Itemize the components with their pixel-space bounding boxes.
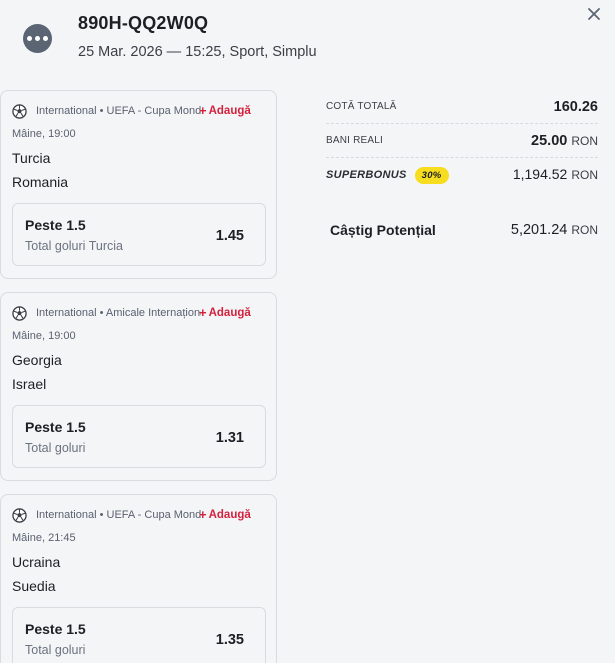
stake-label: BANI REALI (326, 135, 384, 146)
superbonus-badge: 30% (414, 166, 449, 184)
stake-value: 25.00 (531, 132, 568, 149)
more-dots-icon (27, 36, 32, 41)
selection-market: Total goluri Turcia (25, 239, 123, 253)
plus-icon: + (199, 103, 207, 118)
bet-card: International • UEFA - Cupa Mondială - C… (0, 494, 277, 663)
ticket-subtitle: 25 Mar. 2026 — 15:25, Sport, Simplu (78, 44, 317, 60)
home-team: Georgia (12, 352, 62, 368)
ticket-id: 890H-QQ2W0Q (78, 13, 209, 33)
total-odds-value: 160.26 (553, 98, 598, 115)
away-team: Suedia (12, 578, 56, 594)
league-name: International • UEFA - Cupa Mondială - C… (36, 105, 201, 117)
stake-row: BANI REALI 25.00 RON (326, 124, 598, 158)
bet-card-header: International • UEFA - Cupa Mondială - C… (12, 507, 274, 523)
potential-win-value-group: 5,201.24 RON (511, 221, 598, 239)
plus-icon: + (199, 305, 207, 320)
ticket-header: 890H-QQ2W0Q 25 Mar. 2026 — 15:25, Sport,… (0, 0, 615, 80)
selection-name: Peste 1.5 (25, 621, 86, 637)
league-name: International • UEFA - Cupa Mondială - C… (36, 509, 201, 521)
kickoff-time: Mâine, 21:45 (12, 532, 76, 544)
away-team: Romania (12, 174, 69, 190)
superbonus-label: SUPERBONUS (326, 169, 407, 181)
bet-card-header: International • Amicale Internaționale +… (12, 305, 274, 321)
selection-box[interactable]: Peste 1.5 Total goluri 1.31 (12, 405, 266, 468)
kickoff-time: Mâine, 19:00 (12, 330, 76, 342)
add-label: Adaugă (208, 508, 251, 521)
selection-name: Peste 1.5 (25, 419, 86, 435)
football-icon (12, 507, 27, 523)
close-icon[interactable] (585, 5, 603, 23)
potential-win-label: Câștig Potențial (330, 222, 436, 238)
selection-box[interactable]: Peste 1.5 Total goluri 1.35 (12, 607, 266, 663)
add-button[interactable]: + Adaugă (199, 507, 251, 522)
bet-card: International • Amicale Internaționale +… (0, 292, 277, 481)
superbonus-label-group: SUPERBONUS 30% (326, 166, 449, 184)
home-team: Ucraina (12, 554, 61, 570)
selection-odd: 1.35 (215, 632, 244, 648)
kickoff-time: Mâine, 19:00 (12, 128, 76, 140)
stake-value-group: 25.00 RON (531, 132, 598, 150)
home-team: Turcia (12, 150, 51, 166)
selection-name: Peste 1.5 (25, 217, 86, 233)
selection-market: Total goluri (25, 441, 86, 455)
bet-card: International • UEFA - Cupa Mondială - C… (0, 90, 277, 279)
selection-box[interactable]: Peste 1.5 Total goluri Turcia 1.45 (12, 203, 266, 266)
potential-win-row: Câștig Potențial 5,201.24 RON (326, 213, 598, 247)
more-dots-icon-dot (35, 36, 40, 41)
football-icon (12, 305, 27, 321)
superbonus-value: 1,194.52 (512, 166, 568, 182)
selection-market: Total goluri (25, 643, 86, 657)
superbonus-value-group: 1,194.52 RON (513, 166, 598, 184)
superbonus-row: SUPERBONUS 30% 1,194.52 RON (326, 158, 598, 192)
bet-card-header: International • UEFA - Cupa Mondială - C… (12, 103, 274, 119)
add-button[interactable]: + Adaugă (199, 103, 251, 118)
total-odds-label: COTĂ TOTALĂ (326, 101, 397, 112)
add-button[interactable]: + Adaugă (199, 305, 251, 320)
potential-win-currency: RON (571, 223, 598, 237)
more-dots-icon-dot (43, 36, 48, 41)
stake-currency: RON (571, 133, 598, 148)
superbonus-currency: RON (571, 168, 598, 182)
football-icon (12, 103, 27, 119)
selection-odd: 1.45 (215, 228, 244, 244)
total-odds-row: COTĂ TOTALĂ 160.26 (326, 90, 598, 124)
plus-icon: + (199, 507, 207, 522)
league-name: International • Amicale Internaționale (36, 307, 201, 319)
potential-win-value: 5,201.24 (510, 222, 568, 238)
away-team: Israel (12, 376, 47, 392)
selection-odd: 1.31 (215, 430, 244, 446)
add-label: Adaugă (208, 306, 251, 319)
more-options-button[interactable] (23, 24, 52, 53)
add-label: Adaugă (208, 104, 251, 117)
